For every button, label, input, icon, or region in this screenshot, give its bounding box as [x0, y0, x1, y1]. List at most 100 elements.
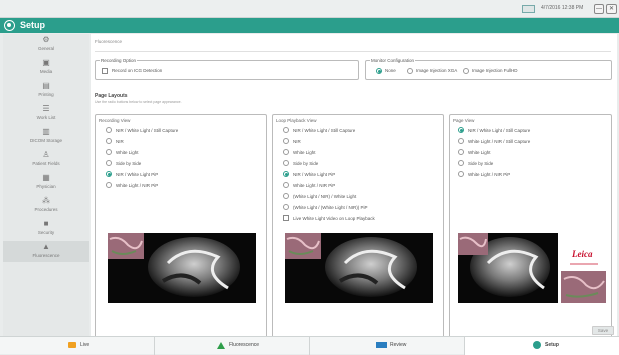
tab-review[interactable]: Review	[310, 337, 465, 355]
flask-icon	[217, 342, 225, 349]
recording-radio-3[interactable]	[106, 149, 112, 155]
tab-label: Setup	[545, 342, 559, 348]
minimize-button[interactable]: —	[594, 4, 604, 14]
loop-playback-view-card: Loop Playback View NIR / White Light / S…	[272, 114, 444, 345]
content-panel: Fluorescence Recording Option Record on …	[91, 34, 617, 345]
loop-radio-2[interactable]	[283, 138, 289, 144]
sidebar-item-label: Patient Fields	[32, 161, 60, 166]
sidebar-item-fluorescence[interactable]: ▲ Fluorescence	[3, 241, 89, 262]
save-button[interactable]: Save	[592, 326, 614, 335]
page-layouts-title: Page Layouts	[95, 93, 128, 99]
loop-radio-7[interactable]	[283, 193, 289, 199]
bottom-tab-bar: Live Fluorescence Review Setup	[0, 336, 619, 355]
setup-icon	[533, 341, 541, 349]
loop-radio-1[interactable]	[283, 127, 289, 133]
gear-icon: ⚙	[42, 35, 50, 44]
page-radio-4[interactable]	[458, 160, 464, 166]
recording-view-card: Recording View NIR / White Light / Still…	[95, 114, 267, 345]
tab-live[interactable]: Live	[0, 337, 155, 355]
sidebar: ⚙ General ▣ Media ▤ Printing ☰ Work List ▥ DI…	[3, 34, 89, 336]
sidebar-item-printing[interactable]: ▤ Printing	[3, 80, 89, 101]
printer-icon: ▤	[42, 81, 50, 90]
radio-label: White Light / NIR PiP	[116, 183, 159, 188]
close-button[interactable]: ✕	[606, 4, 617, 14]
monitor-radio-none[interactable]	[376, 68, 382, 74]
sidebar-item-label: Media	[39, 69, 53, 74]
page-radio-2[interactable]	[458, 138, 464, 144]
recording-radio-4[interactable]	[106, 160, 112, 166]
card-title: Page View	[453, 118, 475, 123]
radio-label: NIR / White Light / Still Capture	[116, 128, 179, 133]
recording-radio-6[interactable]	[106, 182, 112, 188]
sidebar-item-label: Printing	[38, 92, 54, 97]
loop-radio-3[interactable]	[283, 149, 289, 155]
radio-label: White Light	[468, 150, 491, 155]
recording-radio-1[interactable]	[106, 127, 112, 133]
radio-label: (White Light / NIR) / White Light	[293, 194, 357, 199]
sidebar-item-label: Physician	[36, 184, 56, 189]
loop-radio-6[interactable]	[283, 182, 289, 188]
preview-graphic	[108, 233, 256, 303]
tab-label: Review	[390, 342, 407, 348]
sidebar-item-security[interactable]: ■ Security	[3, 218, 89, 239]
group-legend: Monitor Configuration	[370, 58, 416, 63]
loop-radio-4[interactable]	[283, 160, 289, 166]
app-window: 4/7/2016 12:38 PM — ✕ Setup ⚙ General ▣ Me…	[0, 0, 619, 355]
sidebar-item-media[interactable]: ▣ Media	[3, 57, 89, 78]
radio-label: Side by Side	[293, 161, 319, 166]
recording-radio-2[interactable]	[106, 138, 112, 144]
page-radio-5[interactable]	[458, 171, 464, 177]
page-radio-3[interactable]	[458, 149, 464, 155]
monitor-configuration-group: Monitor Configuration None Image Injecti…	[365, 58, 612, 80]
tab-label: Fluorescence	[229, 342, 260, 348]
radio-label: White Light	[293, 150, 316, 155]
page-preview-image: Leica	[458, 233, 606, 303]
radio-label: NIR / White Light PiP	[116, 172, 159, 177]
keyboard-icon[interactable]	[522, 5, 535, 13]
sidebar-item-physician[interactable]: ▦ Physician	[3, 172, 89, 193]
radio-label: White Light / NIR / Still Capture	[468, 139, 531, 144]
preview-graphic	[285, 233, 433, 303]
minimize-icon: —	[596, 6, 602, 12]
breadcrumb: Fluorescence	[95, 39, 123, 44]
divider	[95, 51, 611, 52]
tab-setup[interactable]: Setup	[465, 337, 619, 355]
monitor-radio-fullhd[interactable]	[463, 68, 469, 74]
physician-icon: ▦	[42, 173, 50, 182]
tab-fluorescence[interactable]: Fluorescence	[155, 337, 310, 355]
sidebar-item-label: General	[37, 46, 54, 51]
sidebar-item-label: Security	[37, 230, 55, 235]
live-white-light-checkbox[interactable]	[283, 215, 289, 221]
review-icon	[376, 342, 387, 348]
tab-label: Live	[80, 342, 90, 348]
sidebar-item-patient-fields[interactable]: ♙ Patient Fields	[3, 149, 89, 170]
sidebar-item-general[interactable]: ⚙ General	[3, 34, 89, 55]
procedures-icon: ⁂	[42, 196, 50, 205]
media-icon: ▣	[42, 58, 50, 67]
record-icg-checkbox[interactable]	[102, 68, 108, 74]
radio-label: (White Light / (White Light / NIR)) PiP	[293, 205, 368, 210]
sidebar-item-procedures[interactable]: ⁂ Procedures	[3, 195, 89, 216]
setup-icon	[4, 20, 15, 31]
radio-label: Image Injection FullHD	[472, 68, 518, 73]
recording-radio-5[interactable]	[106, 171, 112, 177]
loop-radio-5[interactable]	[283, 171, 289, 177]
preview-graphic	[458, 233, 606, 303]
sidebar-item-label: Fluorescence	[32, 253, 60, 258]
radio-label: None	[385, 68, 396, 73]
sidebar-item-work-list[interactable]: ☰ Work List	[3, 103, 89, 124]
sidebar-item-label: Procedures	[34, 207, 58, 212]
group-legend: Recording Option	[100, 58, 138, 63]
recording-option-group: Recording Option Record on ICG Detection	[95, 58, 359, 80]
page-radio-1[interactable]	[458, 127, 464, 133]
monitor-radio-xga[interactable]	[407, 68, 413, 74]
radio-label: White Light / NIR PiP	[293, 183, 336, 188]
card-title: Loop Playback View	[276, 118, 317, 123]
storage-icon: ▥	[42, 127, 50, 136]
page-layouts-subtitle: Use the radio buttons below to select pa…	[95, 100, 182, 104]
datetime: 4/7/2016 12:38 PM	[541, 5, 584, 11]
loop-radio-8[interactable]	[283, 204, 289, 210]
title-bar: Setup	[0, 18, 619, 33]
radio-label: NIR / White Light / Still Capture	[468, 128, 531, 133]
sidebar-item-dicom-storage[interactable]: ▥ DICOM Storage	[3, 126, 89, 147]
